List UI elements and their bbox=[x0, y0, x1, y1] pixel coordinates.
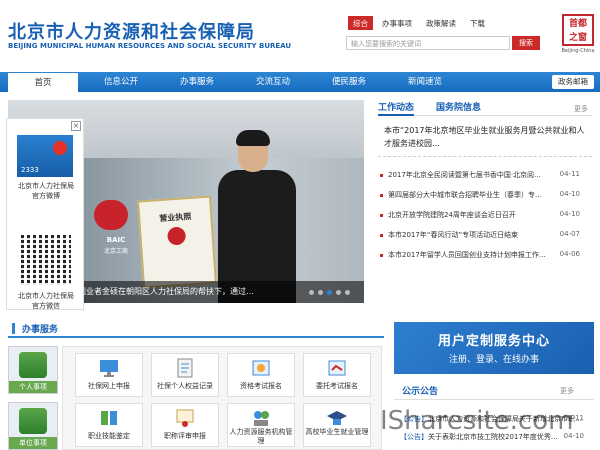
business-license: 营业执照 bbox=[137, 195, 217, 289]
national-emblem-icon bbox=[166, 226, 187, 246]
divider bbox=[378, 156, 592, 157]
top-link-download[interactable]: 下载 bbox=[465, 16, 490, 30]
news-tabs: 工作动态 国务院信息 更多 bbox=[378, 100, 592, 116]
carousel-dot[interactable] bbox=[318, 290, 323, 295]
personal-icon bbox=[19, 352, 47, 378]
services-section-title: 办事服务 bbox=[22, 325, 59, 335]
section-marker-icon bbox=[12, 323, 20, 334]
top-link-matters[interactable]: 办事事项 bbox=[377, 16, 417, 30]
document-icon bbox=[177, 358, 193, 378]
list-item[interactable]: 北京开放学院建院24周年座谈会近日召开 04-10 bbox=[378, 210, 592, 222]
site-header: 北京市人力资源和社会保障局 BEIJING MUNICIPAL HUMAN RE… bbox=[0, 0, 600, 68]
monitor-icon bbox=[100, 360, 118, 377]
matter-type-tabs: 个人事项 单位事项 bbox=[8, 346, 58, 450]
services-grid: 社保网上申报 社保个人权益记录 资格考试报名 委托考试报名 职业技能鉴定 职称评… bbox=[62, 346, 382, 450]
baic-sign: BAIC bbox=[106, 236, 126, 244]
agency-icon bbox=[254, 411, 269, 426]
logo-caption: Beijing-China bbox=[561, 48, 595, 54]
banner-person bbox=[218, 130, 296, 303]
tab-unit-matters[interactable]: 单位事项 bbox=[8, 402, 58, 450]
site-title[interactable]: 北京市人力资源和社会保障局 bbox=[8, 18, 255, 44]
certificate-icon bbox=[176, 409, 194, 427]
main-nav: 首页 信息公开 办事服务 交流互动 便民服务 新闻速览 政务邮箱 bbox=[0, 72, 600, 92]
social-float-panel: × 2333 北京市人力社保局 官方微博 北京市人力社保局 官方微信 bbox=[6, 118, 84, 310]
service-hr-agency[interactable]: 人力资源服务机构管理 bbox=[227, 403, 295, 447]
service-skill-appraisal[interactable]: 职业技能鉴定 bbox=[75, 403, 143, 447]
news-panel: 工作动态 国务院信息 更多 本市“2017年北京地区毕业生就业服务月暨公共就业和… bbox=[378, 100, 592, 300]
nav-home[interactable]: 首页 bbox=[8, 73, 78, 92]
carousel-dot[interactable] bbox=[345, 290, 350, 295]
weibo-icon[interactable]: 2333 bbox=[17, 135, 73, 177]
tab-work-news[interactable]: 工作动态 bbox=[378, 100, 415, 116]
carousel-dot[interactable] bbox=[309, 290, 314, 295]
nav-interaction[interactable]: 交流互动 bbox=[238, 72, 308, 92]
banner-caption[interactable]: 创业者金硕在朝阳区人力社保局的帮扶下，通过… bbox=[78, 286, 254, 297]
notice-more-link[interactable]: 更多 bbox=[560, 386, 574, 396]
tab-personal-matters[interactable]: 个人事项 bbox=[8, 346, 58, 394]
close-icon[interactable]: × bbox=[71, 121, 81, 131]
service-entrusted-exam[interactable]: 委托考试报名 bbox=[303, 353, 371, 397]
watermark: ISharesite.com bbox=[380, 406, 574, 436]
notice-title: 公示公告 bbox=[402, 387, 439, 397]
list-item[interactable]: 本市2017年“春风行动”专项活动近日结束 04-07 bbox=[378, 230, 592, 242]
news-more-link[interactable]: 更多 bbox=[574, 104, 588, 114]
capital-window-logo[interactable]: 首都 之窗 Beijing-China bbox=[560, 14, 596, 58]
logo-seal: 首都 之窗 bbox=[562, 14, 594, 46]
wechat-caption-2: 官方微信 bbox=[32, 302, 60, 310]
exam-icon bbox=[252, 360, 270, 376]
nav-news[interactable]: 新闻速览 bbox=[390, 72, 460, 92]
graduate-icon bbox=[327, 411, 347, 425]
nav-services[interactable]: 办事服务 bbox=[162, 72, 232, 92]
list-item[interactable]: 2017年北京全民阅读暨第七届书香中国·北京阅… 04-11 bbox=[378, 170, 592, 182]
baic-sign-sub: 北京工商 bbox=[103, 248, 128, 255]
unit-icon bbox=[19, 408, 47, 434]
news-headline[interactable]: 本市“2017年北京地区毕业生就业服务月暨公共就业和人才服务进校园… bbox=[384, 124, 588, 150]
carousel-dots bbox=[305, 290, 350, 295]
service-title-review[interactable]: 职称评审申报 bbox=[151, 403, 219, 447]
list-item[interactable]: 第四届部分大中城市联合招聘毕业生（春季）专… 04-10 bbox=[378, 190, 592, 202]
mailbox-button[interactable]: 政务邮箱 bbox=[552, 75, 594, 89]
entrust-icon bbox=[328, 360, 346, 376]
qr-pattern bbox=[21, 235, 71, 285]
carousel-dot[interactable] bbox=[336, 290, 341, 295]
book-icon bbox=[101, 411, 117, 425]
weibo-caption-2: 官方微博 bbox=[32, 192, 60, 200]
promo-subtitle: 注册、登录、在线办事 bbox=[448, 355, 539, 365]
emblem-icon bbox=[94, 200, 128, 230]
top-link-policy[interactable]: 政策解读 bbox=[421, 16, 461, 30]
list-item[interactable]: 本市2017年留学人员回国创业支持计划申报工作… 04-06 bbox=[378, 250, 592, 262]
search-input[interactable]: 输入您要搜索的关键词 bbox=[346, 36, 510, 50]
wechat-caption-1: 北京市人力社保局 bbox=[18, 292, 74, 300]
search-button[interactable]: 搜索 bbox=[512, 36, 540, 50]
service-graduate-employment[interactable]: 高校毕业生就业管理 bbox=[303, 403, 371, 447]
user-service-center-banner[interactable]: 用户定制服务中心 注册、登录、在线办事 bbox=[394, 322, 594, 374]
top-links: 综合 办事事项 政策解读 下载 bbox=[348, 16, 494, 30]
tab-state-council[interactable]: 国务院信息 bbox=[436, 100, 481, 113]
nav-convenience[interactable]: 便民服务 bbox=[314, 72, 384, 92]
nav-info-disclosure[interactable]: 信息公开 bbox=[86, 72, 156, 92]
service-social-security-online[interactable]: 社保网上申报 bbox=[75, 353, 143, 397]
service-qualification-exam[interactable]: 资格考试报名 bbox=[227, 353, 295, 397]
top-link-all[interactable]: 综合 bbox=[348, 16, 373, 30]
carousel-dot-active[interactable] bbox=[327, 290, 332, 295]
notice-header: 公示公告 更多 bbox=[394, 380, 594, 400]
services-section-header: 办事服务 bbox=[8, 320, 384, 338]
weibo-logo-icon bbox=[53, 141, 67, 155]
weibo-caption-1: 北京市人力社保局 bbox=[18, 182, 74, 190]
site-title-english: BEIJING MUNICIPAL HUMAN RESOURCES AND SO… bbox=[8, 42, 292, 50]
promo-title: 用户定制服务中心 bbox=[437, 334, 550, 349]
service-rights-record[interactable]: 社保个人权益记录 bbox=[151, 353, 219, 397]
